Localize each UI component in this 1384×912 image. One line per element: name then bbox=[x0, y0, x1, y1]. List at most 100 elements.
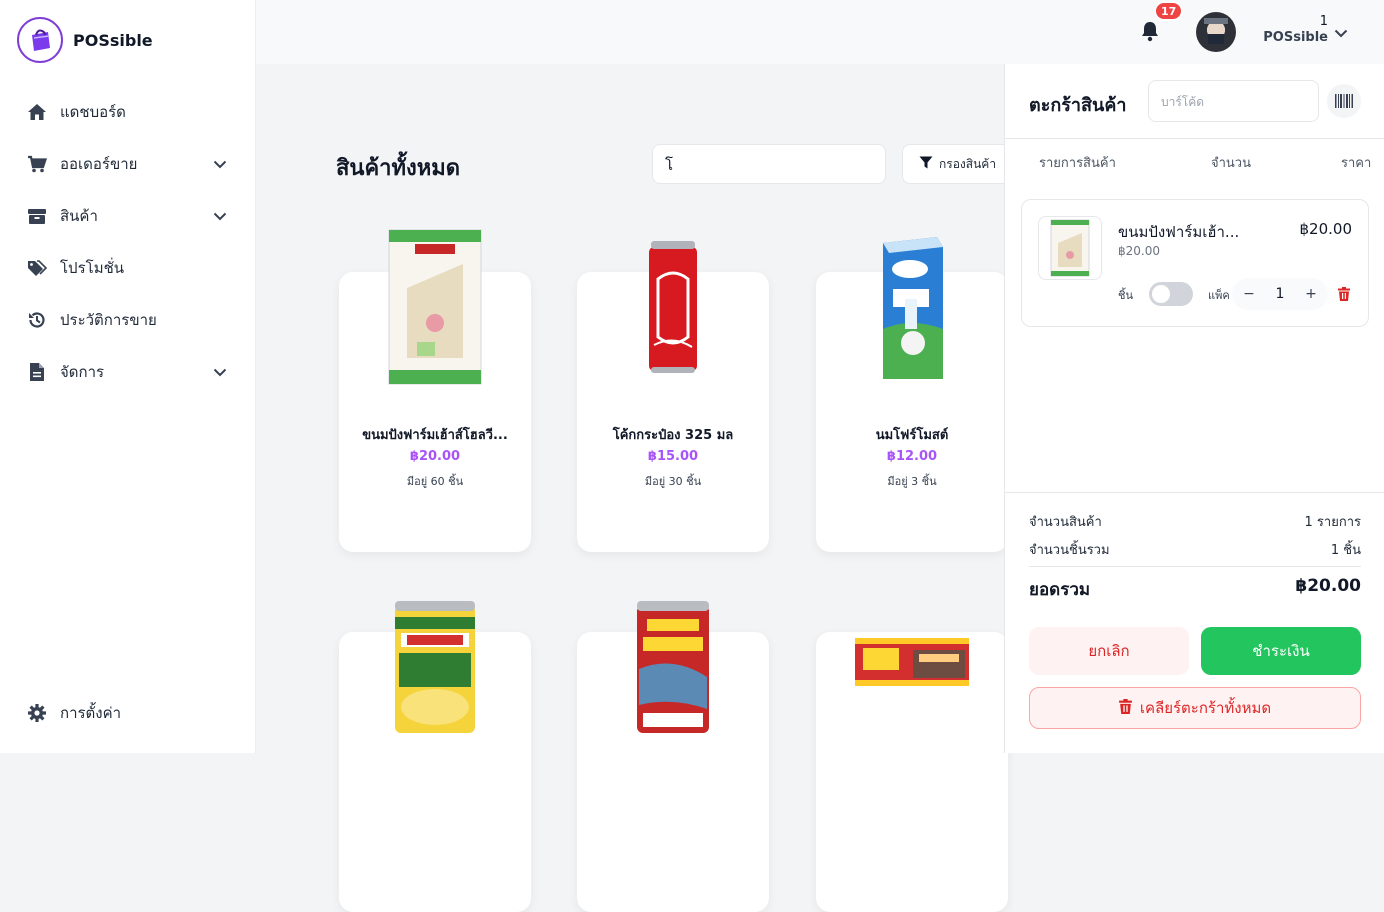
product-price: ฿12.00 bbox=[886, 449, 938, 464]
product-card[interactable]: โค้กกระป๋อง 325 มล ฿15.00 มีอยู่ 30 ชิ้น bbox=[577, 241, 769, 552]
brand-name: POSsible bbox=[73, 30, 153, 50]
product-price: ฿15.00 bbox=[647, 449, 699, 464]
decrement-button[interactable]: − bbox=[1242, 286, 1256, 302]
user-id: 1 bbox=[1319, 14, 1328, 29]
product-name: นมโฟร์โมสต์ bbox=[875, 428, 949, 443]
total-value: ฿20.00 bbox=[1295, 576, 1361, 596]
filter-label: กรองสินค้า bbox=[939, 156, 997, 171]
product-card[interactable]: ขนมปังฟาร์มเฮ้าส์โฮลวี... ฿20.00 มีอยู่ … bbox=[339, 229, 531, 552]
product-image bbox=[339, 582, 531, 752]
cancel-button[interactable]: ยกเลิก bbox=[1029, 627, 1189, 675]
chevron-down-icon[interactable] bbox=[212, 156, 228, 172]
cart-item-image bbox=[1038, 216, 1102, 280]
product-stock: มีอยู่ 30 ชิ้น bbox=[644, 475, 702, 488]
cart-title: ตะกร้าสินค้า bbox=[1029, 95, 1127, 116]
summary-piece-count: จำนวนชิ้นรวม 1 ชิ้น bbox=[1029, 539, 1361, 560]
brand-logo[interactable]: POSsible bbox=[17, 17, 153, 63]
summary-label: จำนวนชิ้นรวม bbox=[1029, 543, 1110, 558]
trash-icon bbox=[1118, 698, 1132, 718]
total-label: ยอดรวม bbox=[1029, 580, 1091, 600]
product-image bbox=[339, 222, 531, 392]
unit-toggle[interactable] bbox=[1149, 282, 1193, 306]
sidebar-item-products[interactable]: สินค้า bbox=[0, 190, 256, 242]
divider bbox=[1029, 566, 1361, 567]
history-icon bbox=[26, 309, 48, 331]
page-title: สินค้าทั้งหมด bbox=[336, 156, 461, 181]
sidebar-item-label: ออเดอร์ขาย bbox=[60, 155, 138, 173]
product-stock: มีอยู่ 3 ชิ้น bbox=[887, 475, 937, 488]
quantity-stepper: − 1 + bbox=[1232, 278, 1328, 310]
unit-pack-label: แพ็ค bbox=[1208, 289, 1230, 302]
product-image bbox=[816, 622, 1008, 702]
sidebar-item-promotions[interactable]: โปรโมชั่น bbox=[0, 242, 256, 294]
sidebar: POSsible แดชบอร์ด ออเดอร์ขาย สินค้า โปรโ… bbox=[0, 0, 256, 753]
sidebar-item-manage[interactable]: จัดการ bbox=[0, 346, 256, 398]
product-name: โค้กกระป๋อง 325 มล bbox=[612, 428, 734, 443]
product-card[interactable]: นมโฟร์โมสต์ ฿12.00 มีอยู่ 3 ชิ้น bbox=[816, 237, 1008, 552]
product-card[interactable] bbox=[816, 632, 1008, 912]
cart-panel: ตะกร้าสินค้า บาร์โค้ด รายการสินค้า จำนวน… bbox=[1004, 64, 1384, 753]
chevron-down-icon[interactable] bbox=[212, 364, 228, 380]
notification-badge: 17 bbox=[1154, 1, 1184, 21]
sidebar-item-label: การตั้งค่า bbox=[60, 704, 122, 722]
user-name: POSsible bbox=[1263, 30, 1328, 45]
product-price: ฿20.00 bbox=[409, 449, 461, 464]
unit-piece-label: ชิ้น bbox=[1118, 289, 1133, 302]
sidebar-item-settings[interactable]: การตั้งค่า bbox=[0, 687, 256, 739]
sidebar-item-sales-orders[interactable]: ออเดอร์ขาย bbox=[0, 138, 256, 190]
summary-label: จำนวนสินค้า bbox=[1029, 515, 1102, 530]
sidebar-item-sales-history[interactable]: ประวัติการขาย bbox=[0, 294, 256, 346]
column-header-price: ราคา bbox=[1341, 156, 1372, 171]
cart-column-headers: รายการสินค้า จำนวน ราคา bbox=[1005, 152, 1384, 172]
sidebar-item-label: จัดการ bbox=[60, 363, 105, 381]
avatar[interactable] bbox=[1196, 12, 1236, 52]
barcode-scan-button[interactable] bbox=[1327, 84, 1361, 118]
chevron-down-icon[interactable] bbox=[1334, 23, 1348, 42]
box-icon bbox=[26, 205, 48, 227]
sidebar-item-label: โปรโมชั่น bbox=[60, 259, 125, 277]
column-header-qty: จำนวน bbox=[1211, 156, 1251, 171]
sidebar-item-label: แดชบอร์ด bbox=[60, 103, 126, 121]
column-header-item: รายการสินค้า bbox=[1039, 156, 1116, 171]
search-input[interactable]: โ bbox=[652, 144, 886, 184]
sidebar-item-label: สินค้า bbox=[60, 207, 98, 225]
quantity-value[interactable]: 1 bbox=[1276, 286, 1285, 302]
summary-value: 1 ชิ้น bbox=[1330, 543, 1361, 558]
sidebar-settings: การตั้งค่า bbox=[0, 687, 256, 739]
home-icon bbox=[26, 101, 48, 123]
pay-button[interactable]: ชำระเงิน bbox=[1201, 627, 1361, 675]
toggle-knob bbox=[1152, 285, 1170, 303]
filter-icon bbox=[919, 156, 933, 172]
product-catalog: สินค้าทั้งหมด โ กรองสินค้า ขนมปังฟาร์มเฮ… bbox=[256, 64, 1012, 912]
clear-cart-label: เคลียร์ตะกร้าทั้งหมด bbox=[1139, 699, 1272, 717]
product-image bbox=[577, 222, 769, 392]
barcode-input[interactable]: บาร์โค้ด bbox=[1148, 80, 1319, 122]
divider bbox=[1005, 492, 1384, 493]
barcode-icon bbox=[1335, 94, 1353, 108]
top-bar: 17 1 POSsible bbox=[256, 0, 1384, 64]
chevron-down-icon[interactable] bbox=[212, 208, 228, 224]
user-menu[interactable]: 1 POSsible bbox=[1258, 14, 1328, 46]
product-image bbox=[577, 582, 769, 752]
product-name: ขนมปังฟาร์มเฮ้าส์โฮลวี... bbox=[362, 428, 508, 443]
trash-icon[interactable] bbox=[1338, 286, 1350, 305]
cart-item: ขนมปังฟาร์มเฮ้า... ฿20.00 ฿20.00 ชิ้น แพ… bbox=[1021, 199, 1369, 327]
cart-item-name: ขนมปังฟาร์มเฮ้า... bbox=[1118, 223, 1240, 241]
file-icon bbox=[26, 361, 48, 383]
shopping-bag-logo-icon bbox=[17, 17, 63, 63]
product-stock: มีอยู่ 60 ชิ้น bbox=[406, 475, 464, 488]
product-card[interactable] bbox=[577, 601, 769, 912]
cart-item-total: ฿20.00 bbox=[1299, 220, 1353, 238]
bell-icon[interactable] bbox=[1140, 20, 1164, 44]
sidebar-item-dashboard[interactable]: แดชบอร์ด bbox=[0, 86, 256, 138]
product-card[interactable] bbox=[339, 601, 531, 912]
sidebar-nav: แดชบอร์ด ออเดอร์ขาย สินค้า โปรโมชั่น ประ… bbox=[0, 86, 256, 398]
cart-icon bbox=[26, 153, 48, 175]
product-image bbox=[816, 222, 1008, 392]
tags-icon bbox=[26, 257, 48, 279]
increment-button[interactable]: + bbox=[1304, 286, 1318, 302]
clear-cart-button[interactable]: เคลียร์ตะกร้าทั้งหมด bbox=[1029, 687, 1361, 729]
gear-icon bbox=[26, 702, 48, 724]
filter-button[interactable]: กรองสินค้า bbox=[902, 144, 1012, 184]
divider bbox=[1005, 138, 1384, 139]
